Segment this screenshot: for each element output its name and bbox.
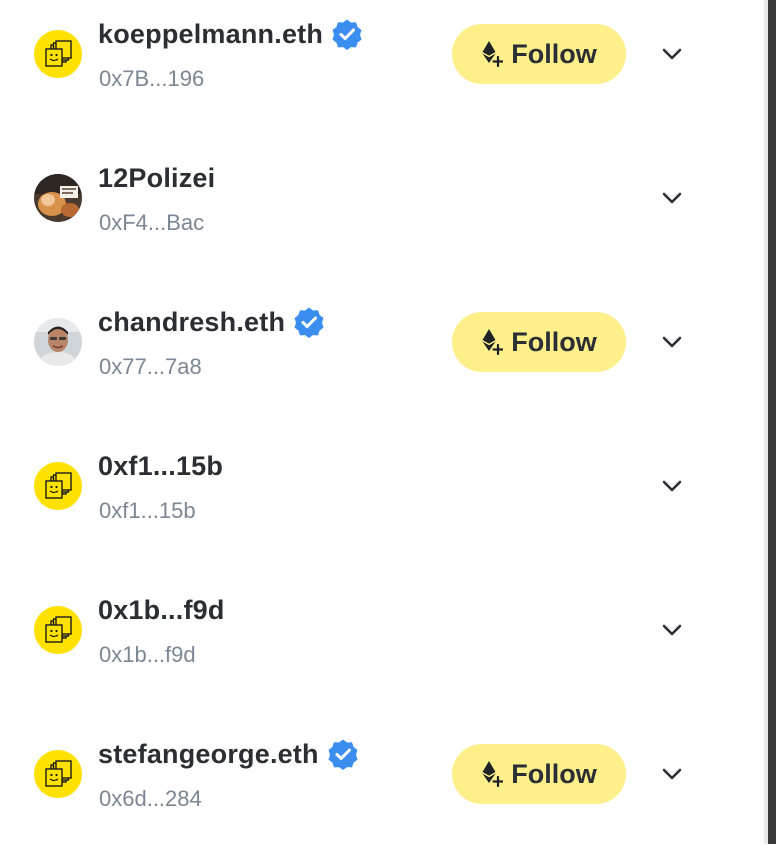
verified-badge-icon xyxy=(332,19,362,50)
default-avatar-icon xyxy=(34,606,82,654)
wallet-address: 0x7B...196 xyxy=(99,66,205,91)
ethereum-plus-icon xyxy=(482,761,504,788)
list-item[interactable]: 0xf1...15b 0xf1...15b xyxy=(0,416,760,560)
ethereum-plus-icon xyxy=(482,329,504,356)
follow-button-label: Follow xyxy=(511,758,597,789)
list-item[interactable]: chandresh.eth 0x77...7a8 Follow xyxy=(0,272,760,416)
wallet-address: 0xF4...Bac xyxy=(99,210,205,235)
default-avatar-icon xyxy=(34,30,82,78)
expand-toggle[interactable] xyxy=(656,326,688,358)
follow-button[interactable]: Follow xyxy=(452,744,626,804)
wallet-address: 0xf1...15b xyxy=(99,498,196,523)
user-name-row: stefangeorge.eth xyxy=(98,736,359,772)
wallet-address: 0x1b...f9d xyxy=(99,642,196,667)
chevron-down-icon xyxy=(662,336,682,348)
wallet-address: 0x6d...284 xyxy=(99,786,202,811)
default-avatar-icon xyxy=(34,750,82,798)
chevron-down-icon xyxy=(662,48,682,60)
user-name-row: chandresh.eth xyxy=(98,304,325,340)
user-name[interactable]: 0xf1...15b xyxy=(98,451,223,482)
expand-toggle[interactable] xyxy=(656,470,688,502)
user-name[interactable]: 12Polizei xyxy=(98,163,215,194)
wallet-address: 0x77...7a8 xyxy=(99,354,202,379)
verified-badge-icon xyxy=(294,307,324,338)
expand-toggle[interactable] xyxy=(656,614,688,646)
list-item[interactable]: stefangeorge.eth 0x6d...284 Follow xyxy=(0,704,760,848)
user-name[interactable]: stefangeorge.eth xyxy=(98,739,319,770)
user-name-row: 0xf1...15b xyxy=(98,448,223,484)
expand-toggle[interactable] xyxy=(656,758,688,790)
photo-avatar xyxy=(34,318,82,366)
expand-toggle[interactable] xyxy=(656,182,688,214)
chevron-down-icon xyxy=(662,192,682,204)
user-name[interactable]: chandresh.eth xyxy=(98,307,285,338)
window-edge xyxy=(768,0,776,844)
default-avatar-icon xyxy=(34,462,82,510)
follow-button-label: Follow xyxy=(511,326,597,357)
chevron-down-icon xyxy=(662,624,682,636)
user-name-row: 12Polizei xyxy=(98,160,215,196)
user-name-row: 0x1b...f9d xyxy=(98,592,225,628)
chevron-down-icon xyxy=(662,768,682,780)
list-item[interactable]: 0x1b...f9d 0x1b...f9d xyxy=(0,560,760,704)
chevron-down-icon xyxy=(662,480,682,492)
follow-button[interactable]: Follow xyxy=(452,312,626,372)
follow-button[interactable]: Follow xyxy=(452,24,626,84)
photo-avatar xyxy=(34,174,82,222)
list-item[interactable]: koeppelmann.eth 0x7B...196 Follow xyxy=(0,0,760,128)
list-item[interactable]: 12Polizei 0xF4...Bac xyxy=(0,128,760,272)
verified-badge-icon xyxy=(328,739,358,770)
user-name-row: koeppelmann.eth xyxy=(98,16,363,52)
expand-toggle[interactable] xyxy=(656,38,688,70)
user-name[interactable]: koeppelmann.eth xyxy=(98,19,323,50)
follow-button-label: Follow xyxy=(511,38,597,69)
ethereum-plus-icon xyxy=(482,41,504,68)
user-name[interactable]: 0x1b...f9d xyxy=(98,595,225,626)
